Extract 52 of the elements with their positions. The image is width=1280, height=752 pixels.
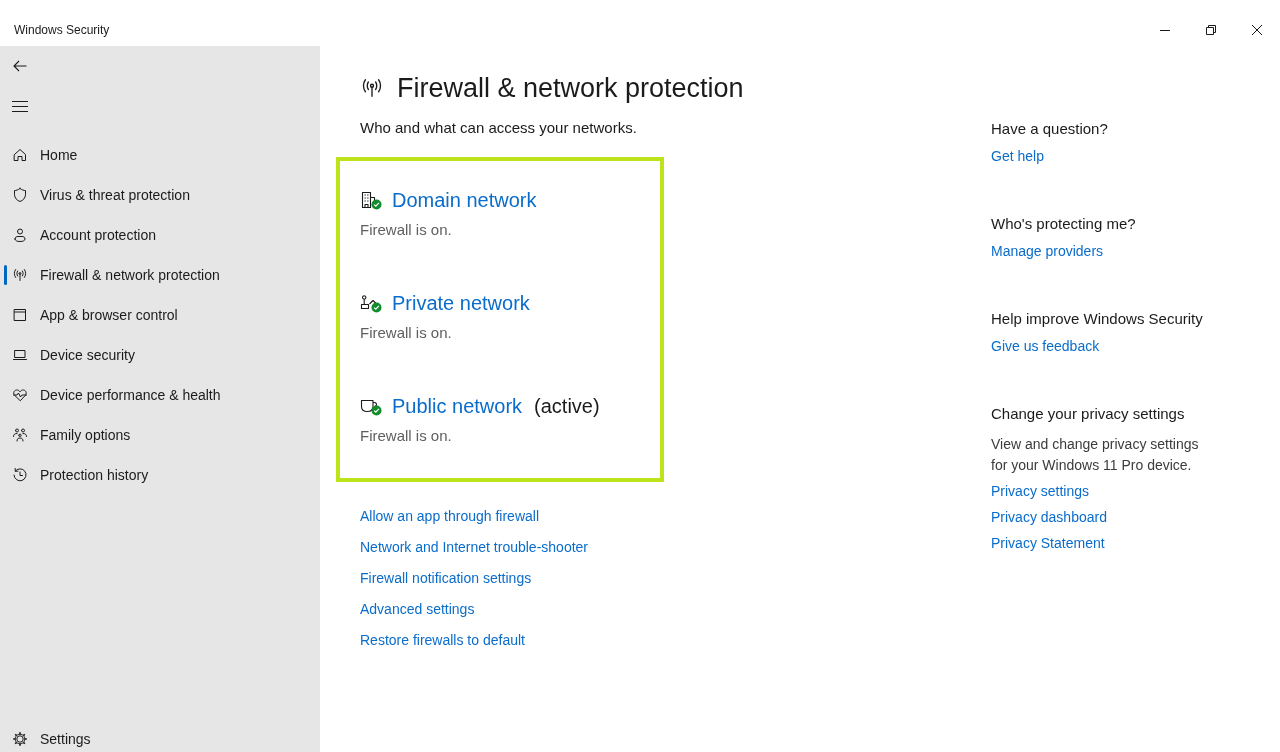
settings-link[interactable]: Restore firewalls to default	[360, 630, 525, 650]
person-icon	[12, 227, 28, 243]
network-link[interactable]: Public network	[392, 392, 523, 420]
sidebar-item[interactable]: Protection history	[4, 455, 316, 495]
family-icon	[12, 427, 28, 443]
heart-pulse-icon	[12, 387, 28, 403]
window-title: Windows Security	[13, 22, 110, 39]
close-icon	[1252, 25, 1262, 35]
settings-link[interactable]: Network and Internet trouble-shooter	[360, 537, 588, 557]
settings-link[interactable]: Firewall notification settings	[360, 568, 532, 588]
network-link[interactable]: Domain network	[392, 186, 537, 214]
laptop-icon	[12, 347, 28, 363]
page-subtitle: Who and what can access your networks.	[360, 118, 637, 138]
minimize-icon	[1160, 29, 1170, 31]
sidebar-item[interactable]: Virus & threat protection	[4, 175, 316, 215]
sidebar-item[interactable]: Family options	[4, 415, 316, 455]
help-link[interactable]: Privacy Statement	[991, 533, 1105, 553]
status-text: Firewall is on.	[360, 220, 452, 240]
help-link[interactable]: Manage providers	[991, 241, 1104, 261]
section-heading: Help improve Windows Security	[991, 309, 1203, 329]
help-link[interactable]: Get help	[991, 146, 1044, 166]
network-link[interactable]: Private network	[392, 289, 530, 317]
sidebar-item[interactable]: Account protection	[4, 215, 316, 255]
sidebar-item[interactable]: Device performance & health	[4, 375, 316, 415]
settings-item[interactable]: Settings	[4, 726, 94, 752]
description-text: View and change privacy settings for your Windows 11 Pro device.	[991, 435, 1200, 475]
help-link[interactable]: Privacy settings	[991, 481, 1090, 501]
page-title: Firewall & network protection	[397, 72, 744, 105]
menu-icon	[12, 100, 28, 112]
antenna-icon	[12, 267, 28, 283]
settings-link[interactable]: Advanced settings	[360, 599, 475, 619]
settings-icon	[12, 731, 28, 747]
home-icon	[12, 147, 28, 163]
status-text: Firewall is on.	[360, 323, 452, 343]
app-window-icon	[12, 307, 28, 323]
history-icon	[12, 467, 28, 483]
status-text: Firewall is on.	[360, 426, 452, 446]
settings-link[interactable]: Allow an app through firewall	[360, 506, 539, 526]
sidebar-item[interactable]: Device security	[4, 335, 316, 375]
back-arrow-icon	[12, 58, 28, 74]
section-heading: Have a question?	[991, 119, 1108, 139]
help-link[interactable]: Give us feedback	[991, 336, 1100, 356]
section-heading: Change your privacy settings	[991, 404, 1185, 424]
sidebar-item[interactable]: Firewall & network protection	[4, 255, 316, 295]
shield-icon	[12, 187, 28, 203]
restore-icon	[1206, 25, 1216, 35]
help-link[interactable]: Privacy dashboard	[991, 507, 1107, 527]
active-label: (active)	[534, 394, 600, 419]
antenna-icon	[360, 76, 384, 100]
section-heading: Who's protecting me?	[991, 214, 1136, 234]
sidebar-item[interactable]: App & browser control	[4, 295, 316, 335]
sidebar-item[interactable]: Home	[4, 135, 316, 175]
